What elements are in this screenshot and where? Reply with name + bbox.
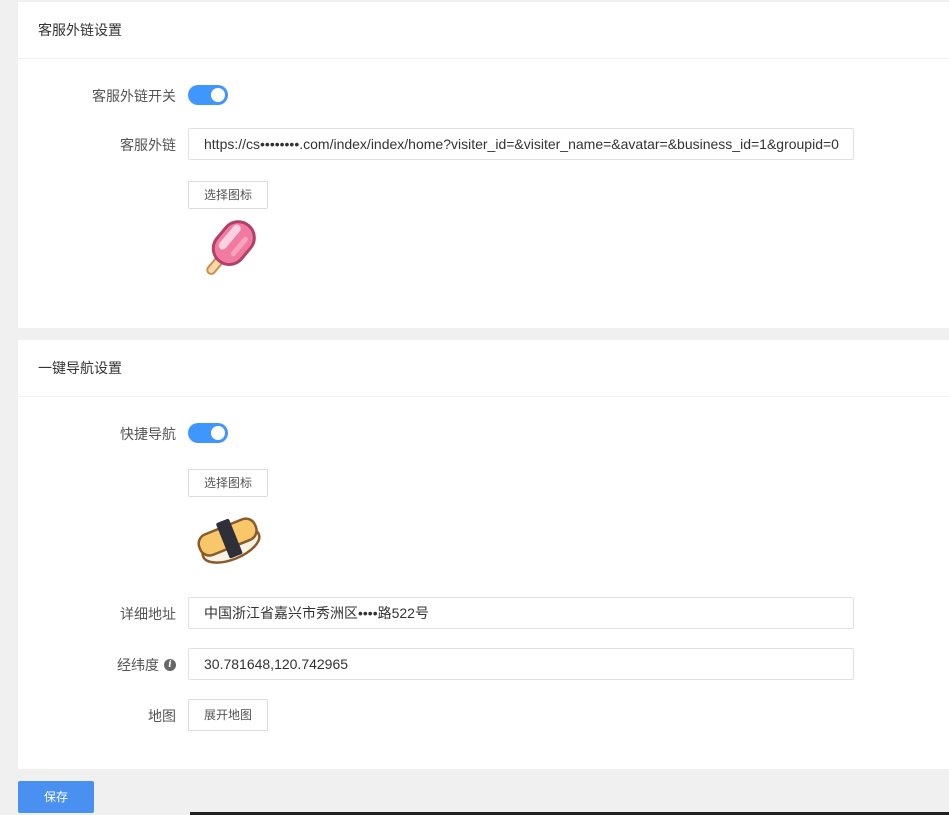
expand-map-button[interactable]: 展开地图: [188, 699, 269, 731]
switch-label: 客服外链开关: [92, 88, 176, 104]
map-row: 地图 展开地图: [18, 699, 949, 731]
address-input[interactable]: 中国浙江省嘉兴市秀洲区••••路522号: [188, 597, 854, 629]
map-label: 地图: [148, 708, 176, 724]
nav-switch-label: 快捷导航: [120, 426, 176, 442]
nav-switch-row: 快捷导航: [18, 423, 949, 443]
address-label: 详细地址: [120, 606, 176, 622]
sushi-icon: [197, 517, 261, 564]
card-title: 一键导航设置: [18, 340, 949, 397]
latlng-label: 经纬度: [117, 657, 159, 673]
choose-icon-button[interactable]: 选择图标: [188, 469, 269, 497]
cs-link-input[interactable]: https://cs••••••••.com/index/index/home?…: [188, 128, 854, 160]
navigation-card: 一键导航设置 快捷导航 选择图标 详细地址 中国浙江省嘉兴市秀洲区••••路52…: [18, 340, 949, 769]
link-row: 客服外链 https://cs••••••••.com/index/index/…: [18, 128, 949, 160]
latlng-label-wrap: 经纬度 i: [117, 655, 176, 675]
latlng-input[interactable]: 30.781648,120.742965: [188, 648, 854, 680]
address-row: 详细地址 中国浙江省嘉兴市秀洲区••••路522号: [18, 597, 949, 629]
cs-link-toggle[interactable]: [188, 85, 228, 105]
popsicle-icon: [206, 220, 256, 275]
switch-row: 客服外链开关: [18, 85, 949, 105]
latlng-row: 经纬度 i 30.781648,120.742965: [18, 648, 949, 680]
customer-service-link-card: 客服外链设置 客服外链开关 客服外链 https://cs••••••••.co…: [18, 2, 949, 328]
quick-nav-toggle[interactable]: [188, 423, 228, 443]
choose-icon-button[interactable]: 选择图标: [188, 181, 269, 209]
save-button[interactable]: 保存: [18, 781, 94, 813]
link-label: 客服外链: [120, 137, 176, 153]
card-title: 客服外链设置: [18, 2, 949, 59]
info-icon[interactable]: i: [164, 659, 176, 671]
